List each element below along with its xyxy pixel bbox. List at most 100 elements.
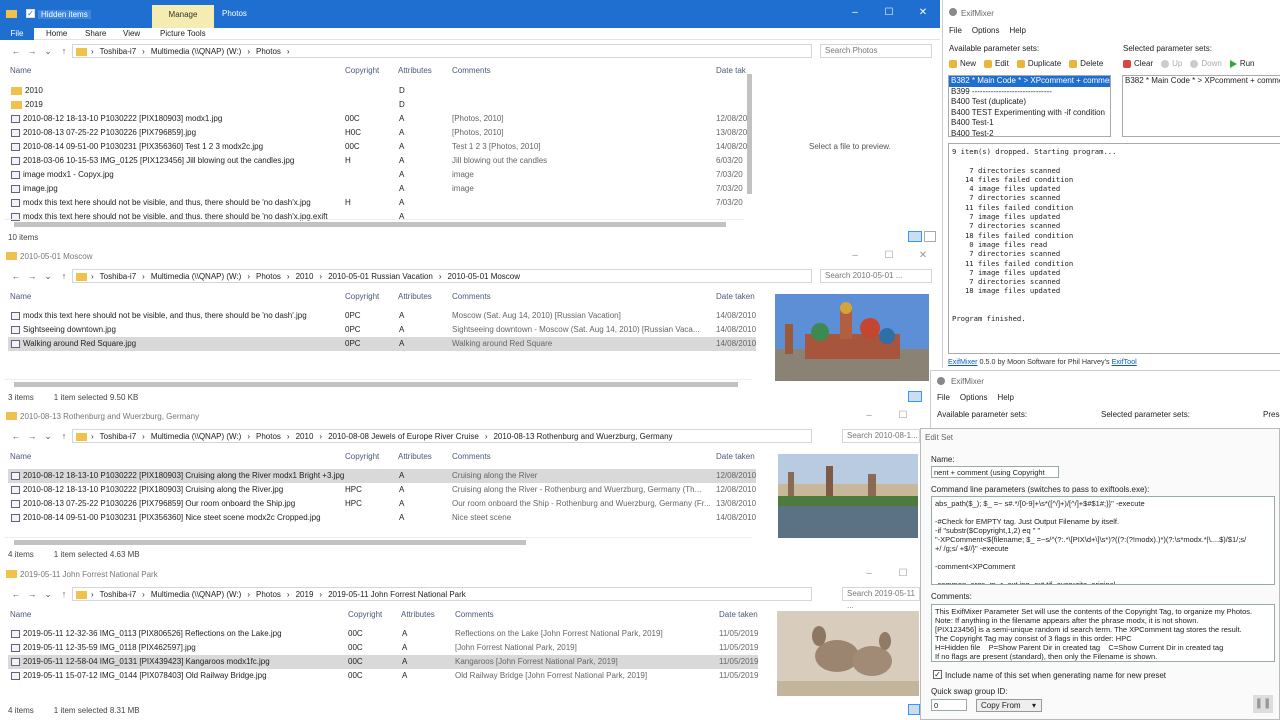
back-icon[interactable]: ← bbox=[8, 431, 24, 441]
breadcrumb-segment[interactable]: Multimedia (\\QNAP) (W:) bbox=[151, 272, 242, 281]
file-row[interactable]: image.jpg Aimage 7/03/20 bbox=[8, 182, 746, 196]
file-row[interactable]: 2019-05-11 12-58-04 IMG_0131 [PIX439423]… bbox=[8, 655, 758, 669]
exiftool-link[interactable]: ExifTool bbox=[1112, 357, 1137, 366]
forward-icon[interactable]: → bbox=[24, 589, 40, 599]
column-name[interactable]: Name bbox=[10, 66, 31, 75]
file-row[interactable]: 2019-05-11 12-32-36 IMG_0113 [PIX806526]… bbox=[8, 627, 758, 641]
param-set-item[interactable]: B382 * Main Code * > XPcomment + comment bbox=[949, 76, 1110, 87]
forward-icon[interactable]: → bbox=[24, 431, 40, 441]
minimize-icon[interactable]: – bbox=[838, 248, 872, 264]
large-icons-view-icon[interactable] bbox=[924, 231, 936, 242]
column-attributes[interactable]: Attributes bbox=[401, 610, 435, 619]
column-comments[interactable]: Comments bbox=[455, 610, 494, 619]
breadcrumb-segment[interactable]: Photos bbox=[256, 47, 281, 56]
maximize-icon[interactable]: ☐ bbox=[872, 248, 906, 264]
file-row[interactable]: 2019 D bbox=[8, 98, 746, 112]
param-set-item[interactable]: B400 Test-1 bbox=[949, 118, 1110, 129]
column-comments[interactable]: Comments bbox=[452, 66, 491, 75]
up-button[interactable]: Up bbox=[1161, 59, 1182, 68]
ribbon-file-tab[interactable]: File bbox=[0, 28, 34, 40]
breadcrumb-segment[interactable]: Photos bbox=[256, 432, 281, 441]
menu-options[interactable]: Options bbox=[960, 393, 988, 402]
file-row[interactable]: 2010-08-13 07-25-22 P1030226 [PIX796859]… bbox=[8, 497, 756, 511]
file-row[interactable]: 2010-08-14 09-51-00 P1030231 [PIX356360]… bbox=[8, 511, 756, 525]
comments-textarea[interactable]: This ExifMixer Parameter Set will use th… bbox=[931, 604, 1275, 662]
selected-set-item[interactable]: B382 * Main Code * > XPcomment + comment… bbox=[1123, 76, 1280, 87]
command-line-textarea[interactable]: abs_path($_); $_ =~ s#.*/[0-9]+\s*([^/]+… bbox=[931, 496, 1275, 585]
maximize-icon[interactable]: ☐ bbox=[886, 408, 920, 424]
up-icon[interactable]: ↑ bbox=[56, 431, 72, 441]
up-icon[interactable]: ↑ bbox=[56, 271, 72, 281]
menu-file[interactable]: File bbox=[937, 393, 950, 402]
param-set-item[interactable]: B399 ------------------------------ bbox=[949, 87, 1110, 98]
file-row[interactable]: 2010-08-13 07-25-22 P1030226 [PIX796859]… bbox=[8, 126, 747, 140]
breadcrumb-segment[interactable]: Toshiba-i7 bbox=[100, 272, 136, 281]
selected-sets-list[interactable]: B382 * Main Code * > XPcomment + comment… bbox=[1122, 75, 1280, 137]
breadcrumb-segment[interactable]: Toshiba-i7 bbox=[100, 47, 136, 56]
pause-icon[interactable]: ❚❚ bbox=[1253, 695, 1273, 713]
menu-options[interactable]: Options bbox=[972, 26, 1000, 35]
back-icon[interactable]: ← bbox=[8, 46, 24, 56]
horizontal-scrollbar[interactable] bbox=[4, 379, 752, 387]
recent-icon[interactable]: ⌄ bbox=[40, 271, 56, 282]
recent-icon[interactable]: ⌄ bbox=[40, 589, 56, 600]
vertical-scrollbar[interactable] bbox=[746, 66, 754, 216]
address-bar[interactable]: › Toshiba-i7 › Multimedia (\\QNAP) (W:) › Pho… bbox=[72, 429, 812, 443]
edit-button[interactable]: Edit bbox=[984, 59, 1009, 68]
file-row[interactable]: 2010 D bbox=[8, 84, 746, 98]
column-attributes[interactable]: Attributes bbox=[398, 452, 432, 461]
available-sets-list[interactable]: B382 * Main Code * > XPcomment + comment… bbox=[948, 75, 1111, 137]
breadcrumb-segment[interactable]: Multimedia (\\QNAP) (W:) bbox=[151, 47, 242, 56]
search-input[interactable]: Search Photos bbox=[820, 44, 932, 58]
breadcrumb-segment[interactable]: 2019-05-11 John Forrest National Park bbox=[328, 590, 466, 599]
ribbon-view-tab[interactable]: View bbox=[123, 29, 140, 38]
breadcrumb-segment[interactable]: 2010-08-08 Jewels of Europe River Cruise bbox=[328, 432, 479, 441]
column-copyright[interactable]: Copyright bbox=[345, 66, 379, 75]
file-row[interactable]: 2010-08-12 18-13-10 P1030222 [PIX180903]… bbox=[8, 112, 747, 126]
file-row[interactable]: Sightseeing downtown.jpg 0PC A Sightseeing … bbox=[8, 323, 756, 337]
column-date[interactable]: Date taken bbox=[716, 292, 755, 301]
ribbon-home-tab[interactable]: Home bbox=[46, 29, 67, 38]
column-attributes[interactable]: Attributes bbox=[398, 66, 432, 75]
ribbon-share-tab[interactable]: Share bbox=[85, 29, 106, 38]
qat-checkbox[interactable]: ✓ bbox=[26, 9, 35, 18]
breadcrumb-segment[interactable]: Photos bbox=[256, 590, 281, 599]
search-input[interactable]: Search 2019-05-11 ... bbox=[842, 587, 920, 610]
file-row[interactable]: 2019-05-11 15-07-12 IMG_0144 [PIX078403]… bbox=[8, 669, 758, 683]
maximize-icon[interactable]: ☐ bbox=[872, 5, 906, 21]
file-row[interactable]: 2010-08-14 09-51-00 P1030231 [PIX356360]… bbox=[8, 140, 747, 154]
quick-swap-input[interactable]: 0 bbox=[931, 699, 967, 711]
hidden-items-label[interactable]: Hidden items bbox=[38, 10, 91, 19]
column-name[interactable]: Name bbox=[10, 452, 31, 461]
column-name[interactable]: Name bbox=[10, 292, 31, 301]
menu-file[interactable]: File bbox=[949, 26, 962, 35]
column-comments[interactable]: Comments bbox=[452, 452, 491, 461]
recent-icon[interactable]: ⌄ bbox=[40, 46, 56, 57]
file-row[interactable]: 2010-08-12 18-13-10 P1030222 [PIX180903]… bbox=[8, 469, 756, 483]
column-name[interactable]: Name bbox=[10, 610, 31, 619]
param-set-item[interactable]: B400 Test-2 bbox=[949, 129, 1110, 137]
column-copyright[interactable]: Copyright bbox=[348, 610, 382, 619]
name-input[interactable]: nent + comment (using Copyright Tag) bbox=[931, 466, 1059, 478]
minimize-icon[interactable]: – bbox=[852, 408, 886, 424]
close-icon[interactable]: ✕ bbox=[906, 5, 940, 21]
back-icon[interactable]: ← bbox=[8, 589, 24, 599]
details-view-icon[interactable] bbox=[908, 231, 922, 242]
column-copyright[interactable]: Copyright bbox=[345, 452, 379, 461]
manage-tab[interactable]: Manage bbox=[152, 5, 214, 28]
minimize-icon[interactable]: – bbox=[838, 5, 872, 21]
breadcrumb-segment[interactable]: 2010 bbox=[296, 432, 314, 441]
run-button[interactable]: Run bbox=[1229, 59, 1255, 68]
file-row[interactable]: modx this text here should not be visibl… bbox=[8, 196, 746, 210]
include-name-checkbox[interactable]: ✓ bbox=[933, 670, 942, 679]
copy-from-dropdown[interactable]: Copy From ▾ bbox=[976, 699, 1042, 712]
column-comments[interactable]: Comments bbox=[452, 292, 491, 301]
breadcrumb-segment[interactable]: Multimedia (\\QNAP) (W:) bbox=[151, 432, 242, 441]
breadcrumb-segment[interactable]: Multimedia (\\QNAP) (W:) bbox=[151, 590, 242, 599]
duplicate-button[interactable]: Duplicate bbox=[1016, 59, 1061, 68]
address-bar[interactable]: › Toshiba-i7 › Multimedia (\\QNAP) (W:) › Pho… bbox=[72, 587, 812, 601]
menu-help[interactable]: Help bbox=[997, 393, 1013, 402]
breadcrumb-segment[interactable]: 2010-05-01 Moscow bbox=[448, 272, 520, 281]
minimize-icon[interactable]: – bbox=[852, 566, 886, 582]
breadcrumb-segment[interactable]: Toshiba-i7 bbox=[100, 432, 136, 441]
